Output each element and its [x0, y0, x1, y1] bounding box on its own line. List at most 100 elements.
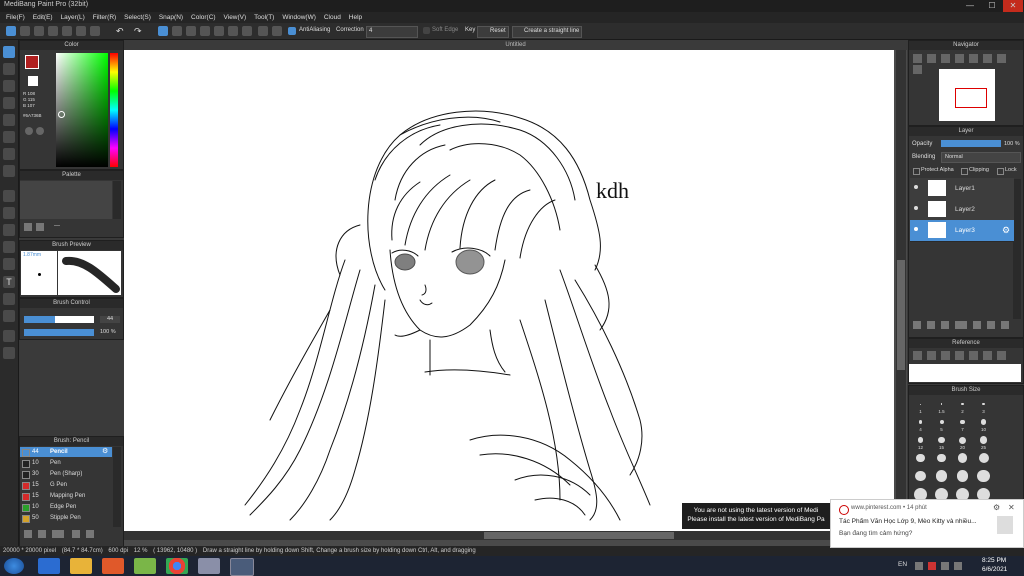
hand-tool-icon[interactable] [3, 347, 15, 359]
select-tool-icon[interactable] [3, 190, 15, 202]
fit-icon[interactable] [940, 54, 950, 63]
snap-settings-icon[interactable] [272, 26, 282, 36]
radial-snap-icon[interactable] [214, 26, 224, 36]
menu-cloud[interactable]: Cloud [324, 12, 341, 23]
menu-select[interactable]: Select(S) [124, 12, 151, 23]
zoom-in-icon[interactable] [913, 54, 922, 63]
layer-visibility-icon[interactable] [914, 206, 918, 210]
menu-color[interactable]: Color(C) [191, 12, 216, 23]
network-icon[interactable] [941, 562, 949, 570]
brush-size-cell[interactable]: 25 [974, 434, 993, 451]
operation-tool-icon[interactable] [3, 293, 15, 305]
reset-button[interactable]: Reset [477, 26, 509, 38]
brush-list-item[interactable]: 10 Edge Pen [20, 502, 112, 512]
tray-icon-1[interactable] [915, 562, 923, 570]
reference-fit-icon[interactable] [982, 351, 992, 360]
foreground-color-swatch[interactable] [25, 55, 39, 69]
reference-close-icon[interactable] [940, 351, 950, 360]
clock-date[interactable]: 6/6/2021 [982, 566, 1007, 573]
palette-swatches[interactable] [20, 181, 112, 219]
select-pen-icon[interactable] [3, 241, 15, 253]
palette-color-icon[interactable] [36, 127, 44, 135]
vanishing-snap-icon[interactable] [200, 26, 210, 36]
divide-tool-icon[interactable] [3, 310, 15, 322]
brush-size-cell[interactable] [974, 452, 993, 469]
tray-icon-2[interactable] [928, 562, 936, 570]
start-button-icon[interactable] [4, 558, 24, 574]
menu-filter[interactable]: Filter(R) [93, 12, 116, 23]
reference-open-icon[interactable] [926, 351, 936, 360]
brush-size-cell[interactable]: 3 [974, 398, 993, 415]
layer-scrollbar[interactable] [1013, 179, 1021, 319]
maximize-button[interactable]: ☐ [982, 0, 1002, 12]
curve-snap-icon[interactable] [242, 26, 252, 36]
brush-add-icon[interactable] [24, 530, 32, 538]
menu-snap[interactable]: Snap(N) [159, 12, 183, 23]
brush-copy-icon[interactable] [72, 530, 80, 538]
text-tool-icon[interactable]: T [3, 276, 15, 288]
layer-visibility-icon[interactable] [914, 227, 918, 231]
settings-icon[interactable] [90, 26, 100, 36]
clock-time[interactable]: 8:25 PM [982, 557, 1006, 564]
brush-size-cell[interactable]: 1 [911, 398, 930, 415]
reference-eyedropper-icon[interactable] [996, 351, 1006, 360]
new-halftone-layer-icon[interactable] [926, 321, 935, 329]
cloud-icon[interactable] [48, 26, 58, 36]
palette-new-icon[interactable] [24, 223, 32, 231]
drawing-canvas[interactable]: kdh [124, 50, 894, 531]
hue-slider[interactable] [110, 53, 118, 167]
brush-size-cell[interactable] [953, 470, 972, 487]
pen-check-icon[interactable] [3, 97, 15, 109]
menu-view[interactable]: View(V) [224, 12, 247, 23]
brush-size-cell[interactable] [932, 452, 951, 469]
layer-opacity-slider[interactable] [941, 140, 1001, 147]
medibang-taskbar-icon[interactable] [230, 558, 254, 576]
reference-zoom-in-icon[interactable] [954, 351, 964, 360]
palette-scrollbar[interactable] [113, 181, 121, 219]
brush-size-value[interactable]: 44 [100, 316, 120, 323]
brush-settings-gear-icon[interactable]: ⚙ [102, 447, 108, 457]
file-explorer-icon[interactable] [70, 558, 92, 574]
canvas-vertical-scrollbar[interactable] [896, 50, 906, 531]
open-file-icon[interactable] [20, 26, 30, 36]
menu-file[interactable]: File(F) [6, 12, 25, 23]
app-green-icon[interactable] [134, 558, 156, 574]
color-saturation-field[interactable] [56, 53, 108, 167]
update-notification[interactable]: You are not using the latest version of … [682, 503, 830, 529]
soft-edge-checkbox[interactable] [423, 27, 430, 34]
volume-icon[interactable] [954, 562, 962, 570]
new-file-icon[interactable] [6, 26, 16, 36]
ellipse-snap-icon[interactable] [258, 26, 268, 36]
rotate-right-icon[interactable] [982, 54, 992, 63]
reference-image-area[interactable] [909, 364, 1021, 382]
cross-snap-icon[interactable] [186, 26, 196, 36]
fill-rect-icon[interactable] [3, 131, 15, 143]
parallel-snap-icon[interactable] [172, 26, 182, 36]
brush-size-cell[interactable]: 7 [953, 416, 972, 433]
grid-icon[interactable] [62, 26, 72, 36]
notification-settings-icon[interactable]: ⚙ [993, 503, 1000, 512]
gradient-tool-icon[interactable] [3, 165, 15, 177]
brush-size-cell[interactable] [974, 469, 993, 487]
move-tool-icon[interactable] [3, 114, 15, 126]
language-indicator[interactable]: EN [898, 561, 907, 568]
brush-size-cell[interactable]: 1.5 [932, 398, 951, 415]
brush-size-cell[interactable]: 20 [953, 434, 972, 451]
merge-layer-icon[interactable] [972, 321, 981, 329]
brush-size-cell[interactable]: 12 [911, 434, 930, 451]
media-player-icon[interactable] [102, 558, 124, 574]
undo-icon[interactable]: ↶ [116, 26, 126, 36]
palette-add-icon[interactable] [25, 127, 33, 135]
brush-list-item[interactable]: 10 Pen [20, 458, 112, 468]
palette-delete-icon[interactable] [36, 223, 44, 231]
background-color-swatch[interactable] [28, 76, 38, 86]
paint-app-icon[interactable] [198, 558, 220, 574]
browser-notification[interactable]: www.pinterest.com • 14 phút ⚙ ✕ Tác Phẩm… [830, 499, 1024, 548]
menu-tool[interactable]: Tool(T) [254, 12, 274, 23]
layers-icon[interactable] [76, 26, 86, 36]
reset-view-icon[interactable] [913, 65, 922, 74]
minimize-button[interactable]: — [960, 0, 980, 12]
duplicate-layer-icon[interactable] [940, 321, 949, 329]
lasso-tool-icon[interactable] [3, 207, 15, 219]
brush-list-item[interactable]: 44 Pencil ⚙ [20, 447, 112, 457]
